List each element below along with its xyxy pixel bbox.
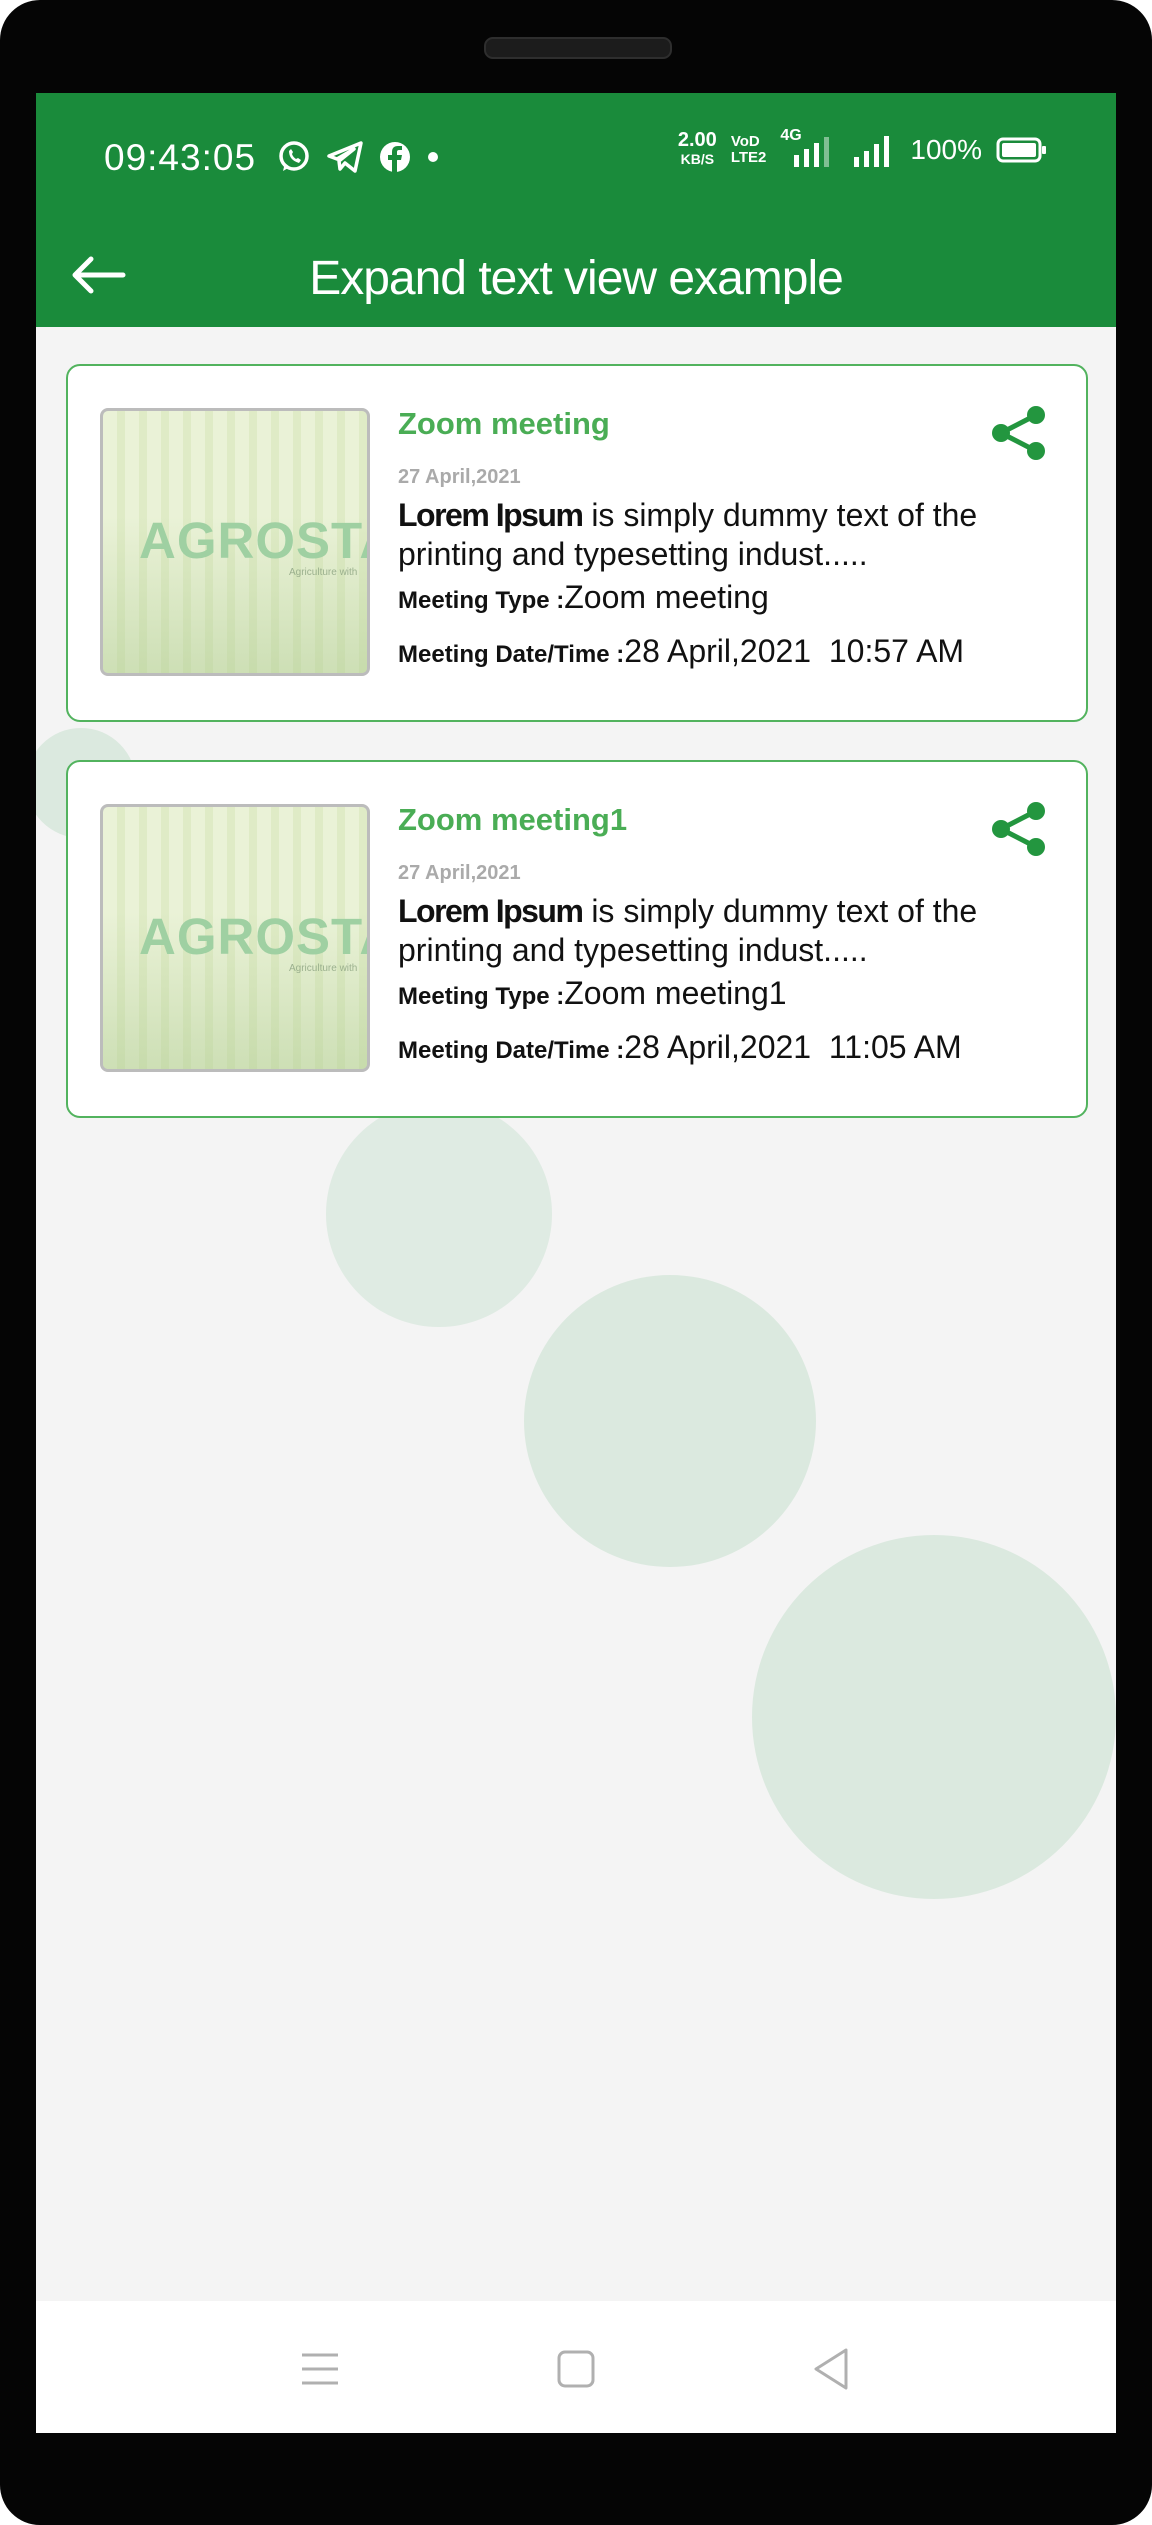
- share-icon[interactable]: [988, 402, 1050, 464]
- system-nav-bar: [36, 2301, 1116, 2433]
- meeting-description[interactable]: Lorem Ipsum is simply dummy text of the …: [398, 892, 1058, 970]
- network-type: 4G: [780, 127, 802, 144]
- meeting-card[interactable]: AGROSTAR Agriculture with Zoom meeting1 …: [66, 760, 1088, 1118]
- meeting-type-row: Meeting Type :Zoom meeting: [398, 579, 769, 616]
- thumbnail-tagline: Agriculture with: [289, 567, 358, 578]
- home-square-icon[interactable]: [548, 2341, 604, 2397]
- meeting-title: Zoom meeting1: [398, 802, 628, 837]
- meeting-type-value: Zoom meeting1: [564, 975, 787, 1011]
- whatsapp-icon: [279, 141, 309, 171]
- status-right-group: 2.00 KB/S VoD LTE2 4G 100%: [677, 127, 1048, 169]
- meeting-date: 27 April,2021: [398, 466, 521, 488]
- meeting-type-label: Meeting Type :: [398, 587, 565, 614]
- description-bold: Lorem Ipsum: [398, 497, 584, 533]
- speaker-grille: [484, 37, 672, 59]
- status-bar: 09:43:05 2.00 KB/S VoD LTE2 4G 100%: [36, 93, 1116, 223]
- meeting-datetime-value: 28 April,2021 11:05 AM: [624, 1029, 962, 1065]
- net-speed-unit: KB/S: [680, 151, 715, 167]
- meeting-datetime-row: Meeting Date/Time :28 April,2021 11:05 A…: [398, 1029, 962, 1066]
- decorative-bubble: [524, 1275, 816, 1567]
- thumbnail-logo-text: AGROSTAR: [139, 908, 367, 965]
- net-speed-value: 2.00: [677, 129, 717, 151]
- volte-indicator: VoD LTE2: [731, 134, 767, 166]
- meeting-card[interactable]: AGROSTAR Agriculture with Zoom meeting 2…: [66, 364, 1088, 722]
- menu-icon[interactable]: [292, 2341, 348, 2397]
- meeting-type-label: Meeting Type :: [398, 983, 565, 1010]
- app-bar: Expand text view example: [36, 223, 1116, 327]
- volte-bottom: LTE2: [730, 149, 767, 166]
- telegram-icon: [327, 141, 363, 173]
- battery-percent: 100%: [910, 134, 982, 165]
- meeting-description[interactable]: Lorem Ipsum is simply dummy text of the …: [398, 496, 1058, 574]
- volte-top: VoD: [730, 133, 760, 150]
- signal-bars-sim2-icon: [854, 136, 890, 167]
- meeting-datetime-label: Meeting Date/Time :: [398, 641, 625, 668]
- description-bold: Lorem Ipsum: [398, 893, 584, 929]
- battery-icon: [996, 137, 1046, 163]
- phone-frame: 09:43:05 2.00 KB/S VoD LTE2 4G 100% Expa…: [0, 0, 1152, 2525]
- meeting-datetime-value: 28 April,2021 10:57 AM: [624, 633, 965, 669]
- thumbnail-tagline: Agriculture with: [289, 963, 358, 974]
- meeting-title: Zoom meeting: [398, 406, 610, 441]
- thumbnail-logo-text: AGROSTAR: [139, 512, 367, 569]
- meeting-type-value: Zoom meeting: [564, 579, 769, 615]
- status-time: 09:43:05: [104, 137, 257, 178]
- meeting-type-row: Meeting Type :Zoom meeting1: [398, 975, 787, 1012]
- meeting-thumbnail: AGROSTAR Agriculture with: [100, 408, 370, 676]
- signal-4g-icon: 4G: [780, 127, 838, 167]
- back-triangle-icon[interactable]: [804, 2341, 860, 2397]
- status-app-icons: [276, 139, 440, 175]
- share-icon[interactable]: [988, 798, 1050, 860]
- decorative-bubble: [752, 1535, 1116, 1899]
- screen: 09:43:05 2.00 KB/S VoD LTE2 4G 100% Expa…: [36, 93, 1116, 2433]
- meeting-thumbnail: AGROSTAR Agriculture with: [100, 804, 370, 1072]
- page-title: Expand text view example: [309, 252, 844, 305]
- net-speed: 2.00 KB/S: [677, 129, 717, 169]
- meeting-date: 27 April,2021: [398, 862, 521, 884]
- decorative-bubble: [326, 1101, 552, 1327]
- dot-icon: [428, 152, 438, 162]
- facebook-icon: [380, 142, 410, 173]
- meeting-datetime-label: Meeting Date/Time :: [398, 1037, 625, 1064]
- meeting-datetime-row: Meeting Date/Time :28 April,2021 10:57 A…: [398, 633, 964, 670]
